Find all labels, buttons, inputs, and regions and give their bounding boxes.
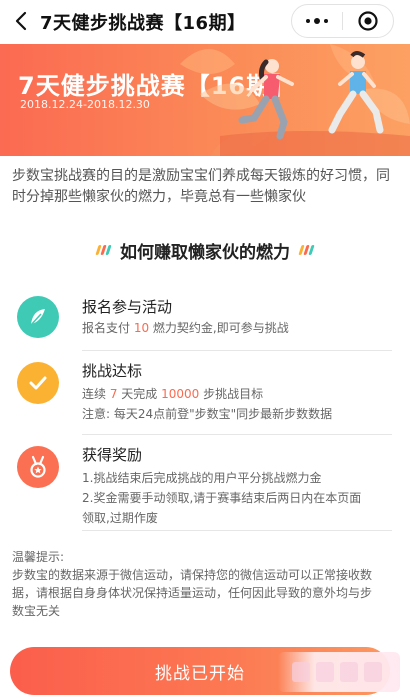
divider	[82, 434, 392, 435]
step-note: 注意: 每天24点前登"步数宝"同步最新步数数据	[82, 407, 333, 421]
step-description: 2.奖金需要手动领取,请于赛事结束后两日内在本页面	[82, 491, 362, 505]
tips-line: 数宝无关	[12, 604, 61, 618]
divider	[82, 350, 392, 351]
tips-line: 步数宝的数据来源于微信运动，请保持您的微信运动可以正常接收数	[12, 568, 373, 582]
check-icon	[17, 362, 59, 404]
section-title: 如何赚取懒家伙的燃力	[120, 242, 290, 263]
back-button[interactable]	[8, 8, 34, 34]
decoration-left-icon	[95, 245, 112, 255]
runners-illustration	[180, 44, 410, 156]
step-title: 获得奖励	[82, 446, 143, 464]
target-close-icon	[358, 11, 378, 31]
page-title: 7天健步挑战赛【16期】	[40, 13, 246, 34]
tips-section: 温馨提示: 步数宝的数据来源于微信运动，请保持您的微信运动可以正常接收数 据，请…	[12, 548, 402, 620]
feather-icon	[17, 296, 59, 338]
decoration-right-icon	[298, 245, 315, 255]
divider	[82, 530, 392, 531]
mini-program-capsule	[291, 4, 394, 38]
watermark-overlay	[278, 652, 400, 692]
medal-icon	[17, 446, 59, 488]
step-description: 1.挑战结束后完成挑战的用户平分挑战燃力金	[82, 471, 322, 485]
chevron-left-icon	[15, 11, 27, 31]
close-miniprogram-button[interactable]	[343, 5, 393, 37]
tips-heading: 温馨提示:	[12, 550, 65, 564]
step-description: 领取,过期作废	[82, 511, 158, 525]
more-dots-icon	[306, 18, 328, 24]
challenge-intro: 步数宝挑战赛的目的是激励宝宝们养成每天锻炼的好习惯，同时分掉那些懒家伙的燃力，毕…	[12, 168, 390, 205]
step-title: 报名参与活动	[82, 298, 173, 316]
more-button[interactable]	[292, 5, 342, 37]
step-description: 连续 7 天完成 10000 步挑战目标	[82, 387, 264, 401]
navigation-bar: 7天健步挑战赛【16期】	[0, 0, 410, 44]
section-heading: 如何赚取懒家伙的燃力	[0, 238, 410, 263]
step-title: 挑战达标	[82, 362, 143, 380]
step-description: 报名支付 10 燃力契约金,即可参与挑战	[82, 321, 289, 335]
banner-dates: 2018.12.24-2018.12.30	[20, 98, 150, 111]
challenge-banner: 7天健步挑战赛【16期】 2018.12.24-2018.12.30	[0, 44, 410, 156]
tips-line: 据，请根据自身身体状况保持适量运动，任何因此导致的意外均与步	[12, 586, 373, 600]
